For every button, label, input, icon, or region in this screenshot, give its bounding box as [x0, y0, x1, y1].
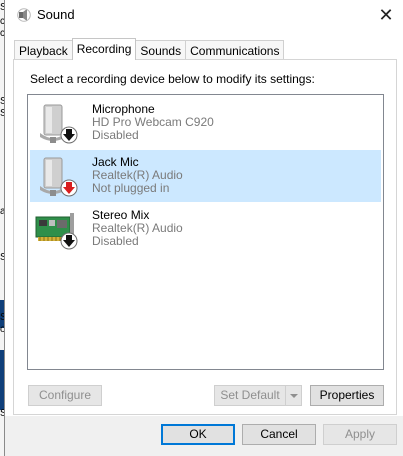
- list-item-microphone[interactable]: Microphone HD Pro Webcam C920 Disabled: [30, 97, 381, 149]
- apply-button[interactable]: Apply: [323, 424, 397, 445]
- tab-recording[interactable]: Recording: [71, 38, 137, 60]
- list-item-jack-mic[interactable]: Jack Mic Realtek(R) Audio Not plugged in: [30, 150, 381, 202]
- title-bar[interactable]: Sound ✕: [5, 0, 403, 30]
- cancel-button[interactable]: Cancel: [242, 424, 316, 445]
- device-text: Microphone HD Pro Webcam C920 Disabled: [92, 103, 214, 142]
- set-default-label: Set Default: [220, 388, 280, 402]
- microphone-icon: [40, 157, 78, 197]
- sound-dialog: Sound ✕ Playback Recording Sounds Commun…: [4, 0, 403, 456]
- speaker-icon: [17, 8, 31, 22]
- microphone-icon: [40, 104, 78, 144]
- ok-button[interactable]: OK: [161, 424, 235, 445]
- configure-button[interactable]: Configure: [28, 385, 102, 406]
- device-status: Disabled: [92, 128, 139, 142]
- tab-sounds[interactable]: Sounds: [135, 40, 187, 60]
- device-status: Not plugged in: [92, 181, 170, 195]
- properties-button[interactable]: Properties: [310, 385, 384, 406]
- tab-communications[interactable]: Communications: [185, 40, 285, 60]
- device-status: Disabled: [92, 234, 139, 248]
- list-item-stereo-mix[interactable]: Stereo Mix Realtek(R) Audio Disabled: [30, 203, 381, 255]
- device-list[interactable]: Microphone HD Pro Webcam C920 Disabled J…: [27, 94, 384, 370]
- set-default-dropdown-arrow[interactable]: [285, 386, 301, 405]
- window-title: Sound: [37, 7, 75, 22]
- device-text: Stereo Mix Realtek(R) Audio Disabled: [92, 209, 183, 248]
- tab-playback[interactable]: Playback: [14, 40, 73, 60]
- chevron-down-icon: [290, 394, 298, 398]
- close-button[interactable]: ✕: [375, 4, 397, 26]
- device-text: Jack Mic Realtek(R) Audio Not plugged in: [92, 156, 183, 195]
- instruction-text: Select a recording device below to modif…: [30, 72, 315, 86]
- recording-panel: Select a recording device below to modif…: [13, 59, 397, 415]
- sound-card-icon: [35, 213, 78, 250]
- tab-strip: Playback Recording Sounds Communications: [14, 38, 285, 60]
- set-default-button[interactable]: Set Default: [214, 385, 302, 406]
